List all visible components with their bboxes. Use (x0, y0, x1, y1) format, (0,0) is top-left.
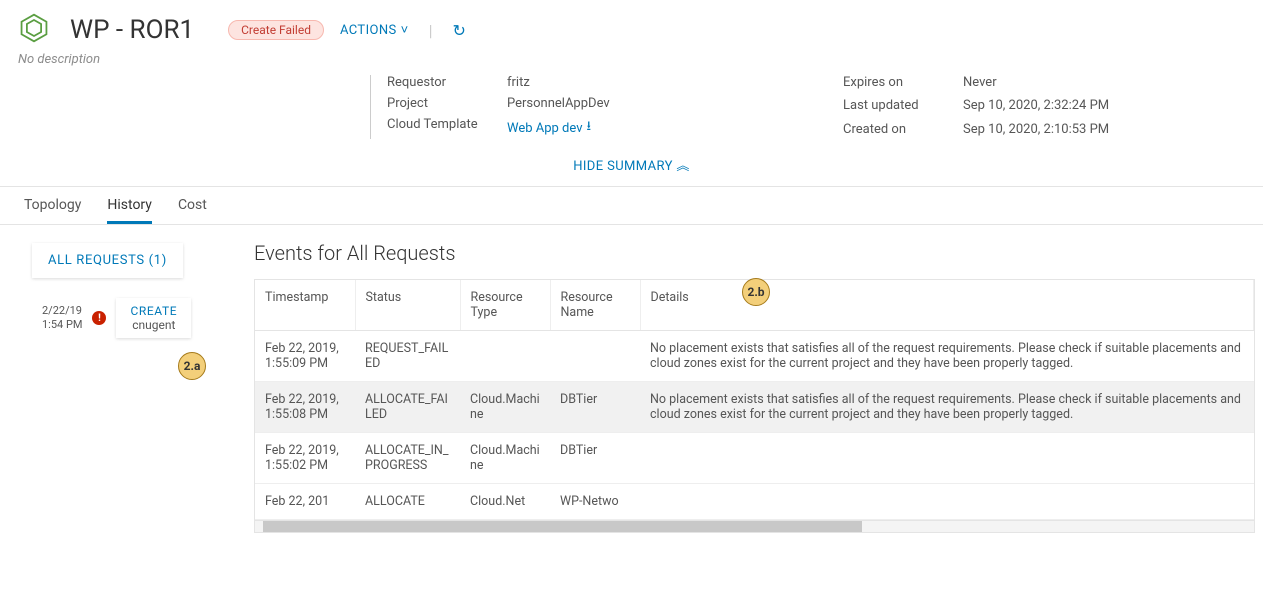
table-row[interactable]: Feb 22, 2019, 1:55:08 PM ALLOCATE_FAILED… (255, 382, 1254, 433)
toolbar-divider: | (429, 21, 433, 40)
tab-topology[interactable]: Topology (24, 197, 81, 224)
all-requests-button[interactable]: ALL REQUESTS (1) (32, 243, 183, 278)
tab-cost[interactable]: Cost (178, 197, 207, 224)
cell-rname: DBTier (550, 382, 640, 433)
cell-status: ALLOCATE_FAILED (355, 382, 460, 433)
chevron-up-double-icon: ︽ (676, 159, 689, 174)
events-table-wrapper: Timestamp Status Resource Type Resource … (254, 279, 1255, 533)
events-table: Timestamp Status Resource Type Resource … (255, 280, 1254, 520)
cell-rname: DBTier (550, 433, 640, 484)
cell-details: No placement exists that satisfies all o… (640, 382, 1254, 433)
annotation-2b: 2.b (742, 278, 770, 306)
col-details[interactable]: Details (640, 280, 1254, 331)
chevron-down-icon: ˅ (401, 22, 409, 38)
deployment-icon (18, 12, 50, 48)
horizontal-scrollbar[interactable] (255, 520, 1254, 532)
cell-rtype: Cloud.Net (460, 484, 550, 520)
cloud-template-link[interactable]: Web App dev ⭳ (507, 117, 591, 139)
page-title: WP - ROR1 (70, 15, 194, 45)
hide-summary-toggle[interactable]: HIDE SUMMARY ︽ (0, 147, 1263, 186)
requestor-value: fritz (507, 75, 707, 90)
col-resource-name[interactable]: Resource Name (550, 280, 640, 331)
status-badge: Create Failed (228, 20, 324, 40)
table-row[interactable]: Feb 22, 201 ALLOCATE Cloud.Net WP-Netwo (255, 484, 1254, 520)
request-user: cnugent (130, 318, 177, 332)
error-icon: ! (92, 311, 106, 325)
cell-rtype: Cloud.Machine (460, 382, 550, 433)
download-icon: ⭳ (587, 117, 592, 139)
col-status[interactable]: Status (355, 280, 460, 331)
summary-details: Requestor fritz Project PersonnelAppDev … (370, 75, 1263, 147)
cell-status: REQUEST_FAILED (355, 331, 460, 382)
cell-timestamp: Feb 22, 2019, 1:55:02 PM (255, 433, 355, 484)
cell-status: ALLOCATE (355, 484, 460, 520)
request-item: 2/22/19 1:54 PM ! CREATE cnugent (12, 298, 242, 338)
expires-value: Never (963, 75, 1163, 92)
refresh-icon[interactable]: ↻ (453, 21, 466, 40)
cell-rname: WP-Netwo (550, 484, 640, 520)
last-updated-value: Sep 10, 2020, 2:32:24 PM (963, 98, 1163, 115)
table-row[interactable]: Feb 22, 2019, 1:55:02 PM ALLOCATE_IN_PRO… (255, 433, 1254, 484)
actions-label: ACTIONS (340, 23, 397, 38)
cell-timestamp: Feb 22, 2019, 1:55:09 PM (255, 331, 355, 382)
cloud-template-label: Cloud Template (387, 117, 507, 139)
cell-timestamp: Feb 22, 201 (255, 484, 355, 520)
table-row[interactable]: Feb 22, 2019, 1:55:09 PM REQUEST_FAILED … (255, 331, 1254, 382)
cell-rtype (460, 331, 550, 382)
requestor-label: Requestor (387, 75, 507, 90)
actions-dropdown[interactable]: ACTIONS ˅ (340, 22, 409, 38)
created-on-label: Created on (843, 122, 963, 139)
cell-timestamp: Feb 22, 2019, 1:55:08 PM (255, 382, 355, 433)
description-text: No description (0, 52, 1263, 75)
request-timestamp: 2/22/19 1:54 PM (42, 304, 82, 333)
request-action: CREATE (130, 304, 177, 318)
cell-rname (550, 331, 640, 382)
cloud-template-value: Web App dev (507, 121, 583, 136)
hide-summary-label: HIDE SUMMARY (573, 159, 673, 174)
tab-bar: Topology History Cost (0, 186, 1263, 225)
col-resource-type[interactable]: Resource Type (460, 280, 550, 331)
last-updated-label: Last updated (843, 98, 963, 115)
request-card[interactable]: CREATE cnugent (116, 298, 191, 338)
annotation-2a: 2.a (178, 352, 206, 380)
cell-details (640, 484, 1254, 520)
created-on-value: Sep 10, 2020, 2:10:53 PM (963, 122, 1163, 139)
cell-status: ALLOCATE_IN_PROGRESS (355, 433, 460, 484)
cell-details: No placement exists that satisfies all o… (640, 331, 1254, 382)
project-label: Project (387, 96, 507, 111)
col-timestamp[interactable]: Timestamp (255, 280, 355, 331)
cell-details (640, 433, 1254, 484)
requests-sidebar: ALL REQUESTS (1) 2/22/19 1:54 PM ! CREAT… (12, 237, 242, 533)
events-title: Events for All Requests (254, 241, 1255, 265)
expires-label: Expires on (843, 75, 963, 92)
project-value: PersonnelAppDev (507, 96, 707, 111)
cell-rtype: Cloud.Machine (460, 433, 550, 484)
tab-history[interactable]: History (107, 197, 152, 224)
